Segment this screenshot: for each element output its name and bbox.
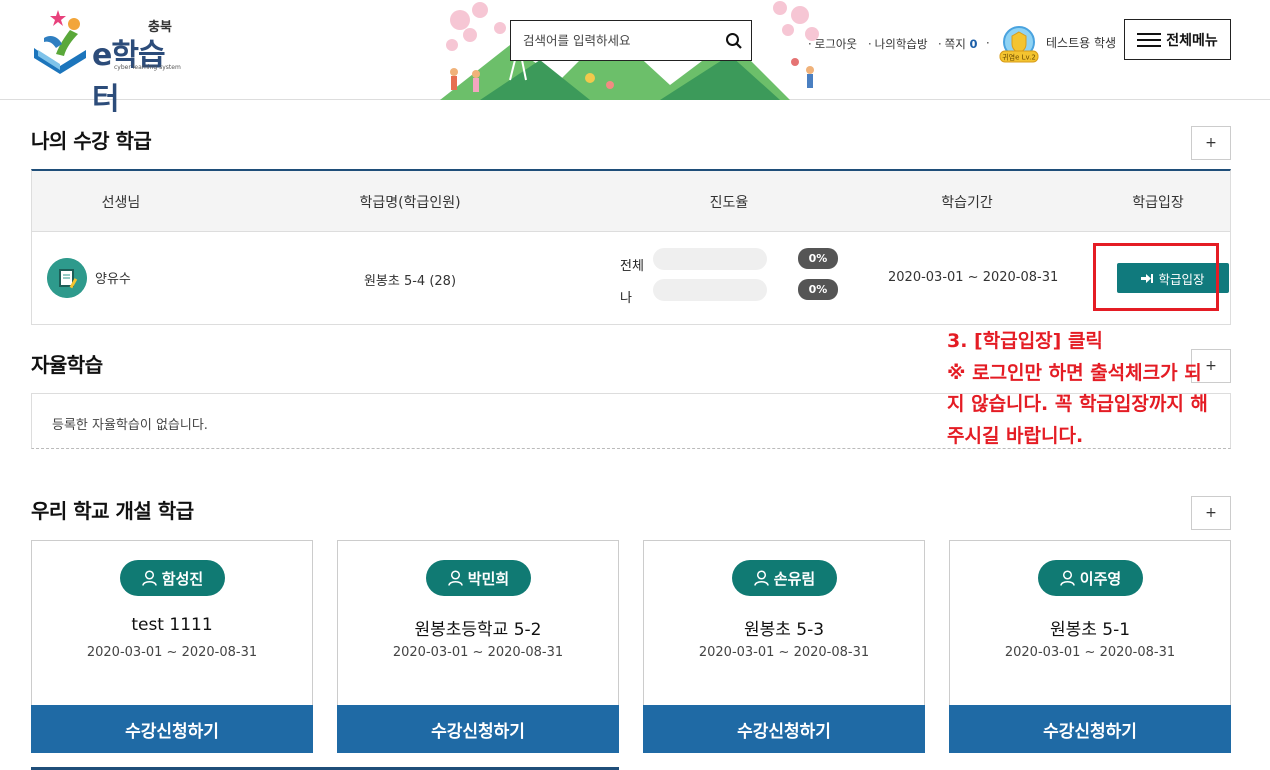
card-class-name: test 1111 (131, 615, 213, 635)
my-classes-title: 나의 수강 학급 (31, 129, 152, 153)
card-class-name: 원봉초등학교 5-2 (414, 620, 542, 640)
card-class-name: 원봉초 5-1 (1049, 620, 1131, 640)
class-card: 함성진 test 1111 2020-03-01 ~ 2020-08-31 수강… (31, 540, 313, 753)
message-label: 쪽지 (944, 37, 966, 51)
logo-name: e학습터 (92, 38, 166, 117)
util-separator: · (986, 36, 990, 50)
class-card: 손유림 원봉초 5-3 2020-03-01 ~ 2020-08-31 수강신청… (643, 540, 925, 753)
class-card: 박민희 원봉초등학교 5-2 2020-03-01 ~ 2020-08-31 수… (337, 540, 619, 753)
user-icon (448, 570, 463, 586)
table-header: 선생님 학급명(학급인원) 진도율 학습기간 학급입장 (32, 171, 1230, 232)
user-icon (1060, 570, 1075, 586)
logo-tagline: cyber learning system (114, 64, 181, 71)
table-row: 양유수 원봉초 5-4 (28) 전체 0% 나 0% 2020-03-01 ~… (32, 232, 1230, 325)
search-box (510, 20, 752, 61)
teacher-name: 양유수 (95, 272, 131, 287)
column-header-teacher: 선생님 (101, 195, 141, 211)
card-teacher-name: 함성진 (161, 569, 204, 588)
card-period: 2020-03-01 ~ 2020-08-31 (86, 645, 258, 660)
annotation-line-4: 주시길 바랍니다. (947, 424, 1084, 447)
school-classes-title: 우리 학교 개설 학급 (31, 499, 194, 523)
column-header-period: 학습기간 (941, 195, 993, 211)
enroll-button[interactable]: 수강신청하기 (337, 705, 619, 753)
progress-mine-value: 0% (798, 279, 838, 300)
badge-level-text: 귀염e Lv.2 (1002, 53, 1036, 62)
highlight-frame (1093, 243, 1219, 311)
search-icon[interactable] (725, 32, 743, 50)
user-icon (754, 570, 769, 586)
enroll-button[interactable]: 수강신청하기 (949, 705, 1231, 753)
card-teacher-badge: 박민희 (426, 560, 531, 596)
column-header-progress: 진도율 (709, 195, 749, 211)
message-count: 0 (969, 37, 978, 51)
message-link[interactable]: · 쪽지 0 (938, 36, 978, 52)
card-teacher-name: 이주영 (1079, 569, 1122, 588)
progress-total-bar (653, 248, 767, 270)
card-teacher-name: 손유림 (773, 569, 816, 588)
card-teacher-badge: 손유림 (732, 560, 837, 596)
logout-link[interactable]: · 로그아웃 (808, 36, 857, 52)
card-teacher-badge: 이주영 (1038, 560, 1143, 596)
column-header-class-name: 학급명(학급인원) (359, 195, 461, 211)
class-name: 원봉초 5-4 (28) (363, 274, 457, 289)
card-period: 2020-03-01 ~ 2020-08-31 (698, 645, 870, 660)
my-room-link[interactable]: · 나의학습방 (868, 36, 928, 52)
progress-total-value: 0% (798, 248, 838, 269)
teacher-avatar-icon (47, 258, 87, 298)
annotation-line-3: 지 않습니다. 꼭 학급입장까지 해 (947, 393, 1208, 415)
site-header: 충북 e학습터 cyber learning system ·로그아웃 ·나의학… (0, 0, 1270, 117)
search-input[interactable] (523, 21, 723, 60)
enroll-button[interactable]: 수강신청하기 (643, 705, 925, 753)
site-logo[interactable]: 충북 e학습터 cyber learning system (30, 8, 190, 117)
card-class-name: 원봉초 5-3 (743, 620, 825, 640)
enroll-button[interactable]: 수강신청하기 (31, 705, 313, 753)
class-card: 이주영 원봉초 5-1 2020-03-01 ~ 2020-08-31 수강신청… (949, 540, 1231, 753)
full-menu-button[interactable]: 전체메뉴 (1124, 19, 1231, 60)
progress-total-label: 전체 (620, 259, 644, 274)
annotation-line-1: 3. [학급입장] 클릭 (947, 330, 1103, 352)
self-study-title: 자율학습 (31, 353, 103, 377)
column-header-enter: 학급입장 (1132, 195, 1184, 211)
school-classes-more-button[interactable]: + (1191, 496, 1231, 530)
my-classes-table: 선생님 학급명(학급인원) 진도율 학습기간 학급입장 양유수 원봉초 5-4 … (31, 169, 1231, 325)
level-badge-icon[interactable]: 귀염e Lv.2 (996, 24, 1042, 64)
my-classes-more-button[interactable]: + (1191, 126, 1231, 160)
self-study-empty-text: 등록한 자율학습이 없습니다. (52, 418, 208, 433)
logo-mascot-icon (34, 10, 86, 74)
annotation-line-2: ※ 로그인만 하면 출석체크가 되 (947, 361, 1202, 384)
user-icon (142, 570, 157, 586)
full-menu-label: 전체메뉴 (1166, 32, 1218, 49)
user-name[interactable]: 테스트용 학생 (1046, 34, 1116, 51)
logout-label: 로그아웃 (814, 37, 857, 51)
progress-mine-label: 나 (620, 291, 632, 306)
card-teacher-badge: 함성진 (120, 560, 225, 596)
card-period: 2020-03-01 ~ 2020-08-31 (392, 645, 564, 660)
hamburger-icon (1137, 32, 1162, 47)
my-room-label: 나의학습방 (874, 37, 928, 51)
progress-mine-bar (653, 279, 767, 301)
card-teacher-name: 박민희 (467, 569, 510, 588)
card-period: 2020-03-01 ~ 2020-08-31 (1004, 645, 1176, 660)
instruction-annotation: 3. [학급입장] 클릭 ※ 로그인만 하면 출석체크가 되 지 않습니다. 꼭… (947, 326, 1265, 452)
class-period: 2020-03-01 ~ 2020-08-31 (888, 270, 1059, 285)
